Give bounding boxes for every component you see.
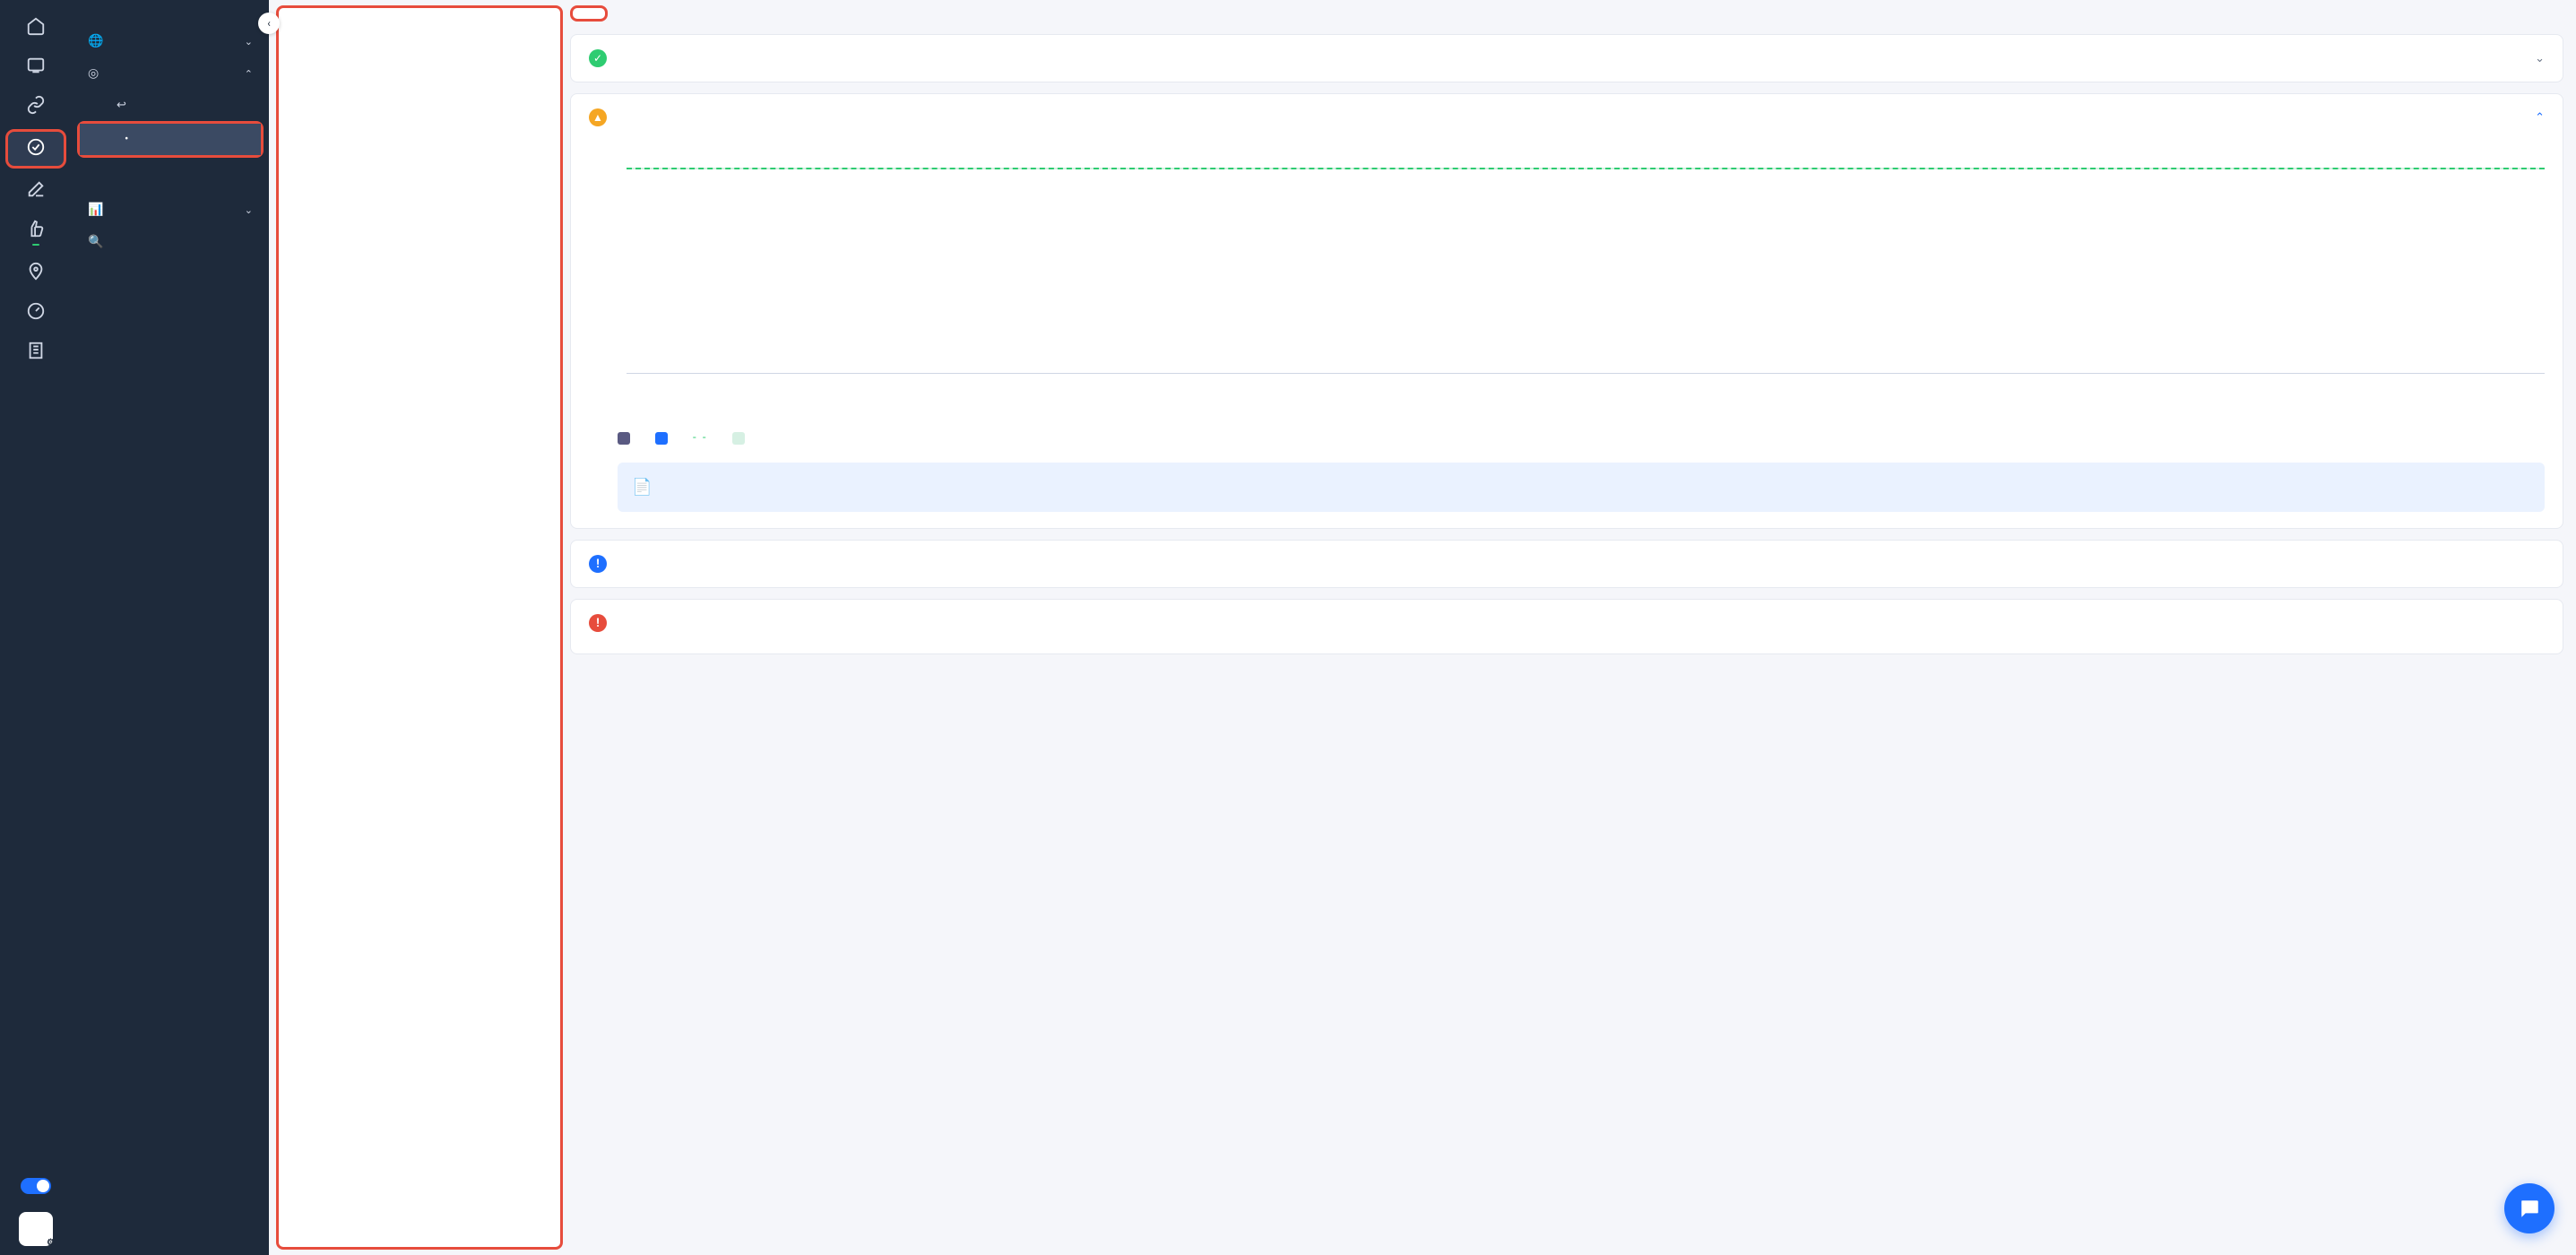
nav-competitive-comparison[interactable]: [72, 158, 269, 176]
nav-website-audit[interactable]: 🌐 ⌄: [72, 25, 269, 57]
check-header[interactable]: ✓ ⌄: [571, 35, 2563, 82]
rail-backlinks[interactable]: [5, 90, 66, 124]
filter-tabs-wrap: [570, 5, 608, 22]
chart-plot: [627, 168, 2545, 374]
menu-ui-toggle[interactable]: [21, 1178, 51, 1194]
chevron-down-icon: ⌄: [2535, 52, 2545, 65]
icon-rail: ⚙: [0, 0, 72, 1255]
search-icon: 🔍: [88, 235, 103, 249]
check-passed-keyword-density-body: ✓ ⌄: [570, 34, 2563, 82]
nav-onpage-seo-checker-2[interactable]: 🔍: [72, 226, 269, 258]
gear-icon: ⚙: [47, 1238, 55, 1248]
chart-x-axis: [644, 401, 2545, 408]
category-list: [276, 5, 563, 1250]
document-icon: 📄: [632, 475, 652, 499]
nav-all-reports[interactable]: ↩: [72, 90, 269, 121]
secondary-nav-title: [72, 13, 269, 25]
chat-fab-button[interactable]: [2504, 1183, 2554, 1233]
chart-legend: - -: [571, 419, 2563, 450]
check-warning-keyword-density-main: ▲ ⌃ - -: [570, 93, 2563, 529]
chart-bars: [627, 168, 2545, 373]
info-box: 📄: [618, 463, 2545, 512]
rail-content-marketing[interactable]: [5, 174, 66, 208]
keyword-density-chart: [571, 157, 2563, 419]
check-success-icon: ✓: [589, 49, 607, 67]
nav-onpage-seo-checker[interactable]: ◎ ⌃: [72, 57, 269, 90]
nav-seo-tasks[interactable]: [72, 176, 269, 194]
check-warning-icon: ▲: [589, 108, 607, 126]
dot-icon: •: [125, 133, 128, 146]
menu-ui-toggle-wrap: [21, 1178, 51, 1198]
chart-y-axis: [618, 168, 627, 374]
beta-badge: [32, 244, 39, 246]
rail-audit[interactable]: [5, 129, 66, 169]
collapse-nav-button[interactable]: ‹: [258, 13, 280, 34]
rail-smm[interactable]: [5, 213, 66, 251]
rail-research[interactable]: [5, 50, 66, 84]
check-stats-row: [571, 143, 2563, 157]
chevron-up-icon: ⌃: [2535, 111, 2545, 125]
main-content: ✓ ⌄ ▲ ⌃: [570, 0, 2576, 1255]
da-badge[interactable]: ⚙: [19, 1212, 53, 1246]
target-icon: ◎: [88, 66, 99, 81]
rail-local-marketing[interactable]: [5, 256, 66, 290]
chart-icon: 📊: [88, 203, 103, 217]
nav-serp-analyzer[interactable]: 📊 ⌄: [72, 194, 269, 226]
check-notice-keywords-in-use: !: [570, 540, 2563, 588]
return-icon: ↩: [117, 99, 126, 112]
check-header[interactable]: ▲ ⌃: [571, 94, 2563, 141]
secondary-nav: ‹ 🌐 ⌄ ◎ ⌃ ↩ • 📊 ⌄ 🔍: [72, 0, 269, 1255]
nav-onpage-seo-audit[interactable]: •: [80, 124, 261, 155]
rail-report-builder[interactable]: [5, 296, 66, 330]
check-error-uniqueness: !: [570, 599, 2563, 654]
chevron-down-icon: ⌄: [245, 204, 253, 216]
globe-icon: 🌐: [88, 34, 103, 48]
check-subtext: [571, 630, 2563, 645]
chevron-down-icon: ⌄: [245, 36, 253, 48]
check-notice-icon: !: [589, 555, 607, 573]
check-header[interactable]: !: [571, 541, 2563, 587]
rail-agency-pack[interactable]: [5, 335, 66, 369]
rail-projects[interactable]: [5, 11, 66, 45]
check-error-icon: !: [589, 614, 607, 632]
chevron-up-icon: ⌃: [245, 68, 253, 80]
